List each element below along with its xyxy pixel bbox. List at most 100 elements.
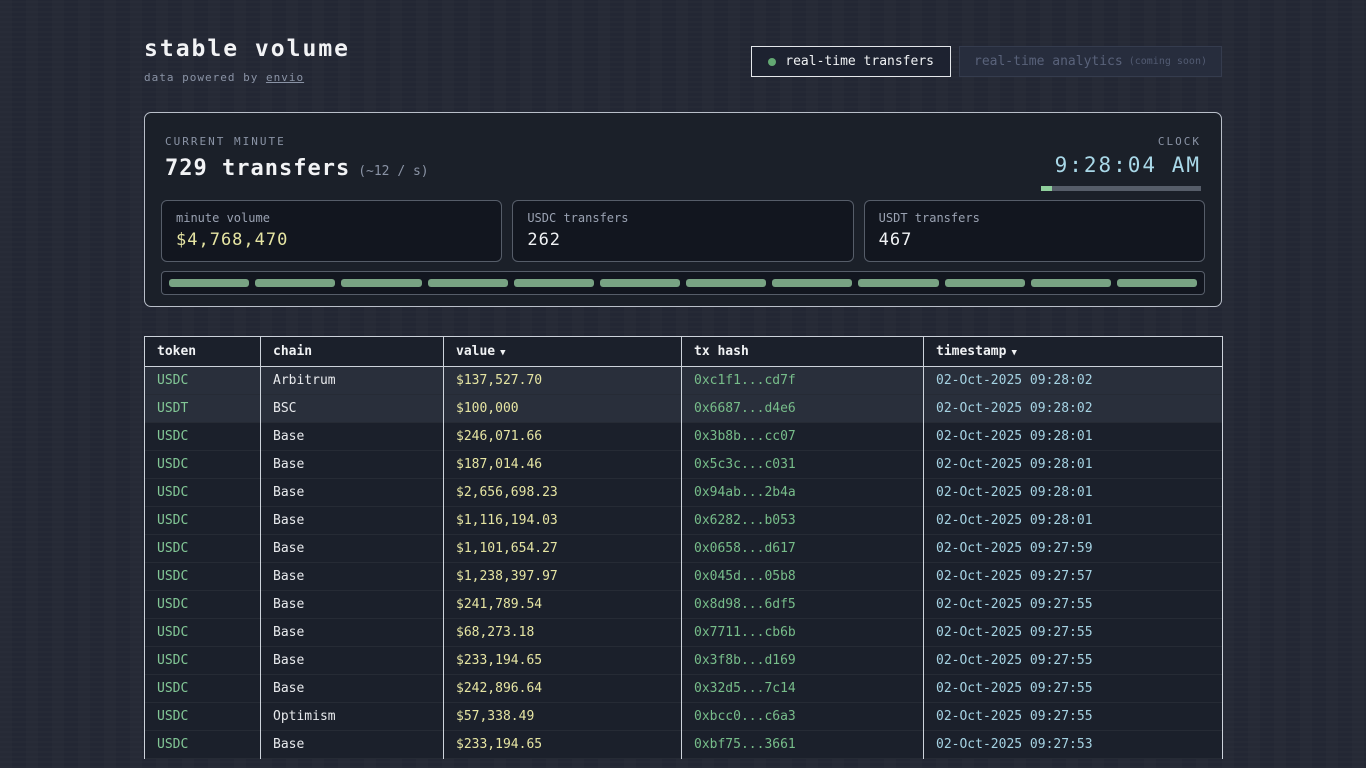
- cell-value: $68,273.18: [444, 619, 682, 647]
- cell-timestamp: 02-Oct-2025 09:27:53: [924, 731, 1223, 759]
- cell-chain: Base: [261, 619, 444, 647]
- sort-desc-icon: ▼: [1011, 348, 1016, 358]
- table-row[interactable]: USDC Base $187,014.46 0x5c3c...c031 02-O…: [145, 451, 1223, 479]
- column-header-value[interactable]: value▼: [444, 337, 682, 367]
- cell-timestamp: 02-Oct-2025 09:27:55: [924, 591, 1223, 619]
- table-row[interactable]: USDT BSC $100,000 0x6687...d4e6 02-Oct-2…: [145, 395, 1223, 423]
- minute-segment: [1117, 279, 1197, 287]
- column-header-chain[interactable]: chain: [261, 337, 444, 367]
- cell-chain: Base: [261, 731, 444, 759]
- envio-link[interactable]: envio: [266, 71, 304, 84]
- cell-tx-hash[interactable]: 0x32d5...7c14: [682, 675, 924, 703]
- clock-progress-fill: [1041, 186, 1052, 191]
- clock-time: 9:28:04 AM: [1041, 153, 1201, 177]
- transfers-table-body: USDC Arbitrum $137,527.70 0xc1f1...cd7f …: [145, 367, 1223, 759]
- table-row[interactable]: USDC Base $1,116,194.03 0x6282...b053 02…: [145, 507, 1223, 535]
- cell-timestamp: 02-Oct-2025 09:28:02: [924, 395, 1223, 423]
- cell-tx-hash[interactable]: 0xc1f1...cd7f: [682, 367, 924, 395]
- cell-token: USDC: [145, 619, 261, 647]
- table-row[interactable]: USDC Base $68,273.18 0x7711...cb6b 02-Oc…: [145, 619, 1223, 647]
- cell-tx-hash[interactable]: 0x3b8b...cc07: [682, 423, 924, 451]
- cell-chain: Base: [261, 507, 444, 535]
- cell-token: USDT: [145, 395, 261, 423]
- cell-tx-hash[interactable]: 0xbf75...3661: [682, 731, 924, 759]
- table-row[interactable]: USDC Base $241,789.54 0x8d98...6df5 02-O…: [145, 591, 1223, 619]
- tab-realtime-transfers[interactable]: real-time transfers: [751, 46, 951, 77]
- cell-tx-hash[interactable]: 0x8d98...6df5: [682, 591, 924, 619]
- cell-tx-hash[interactable]: 0xbcc0...c6a3: [682, 703, 924, 731]
- stat-value: 262: [527, 230, 838, 250]
- table-row[interactable]: USDC Base $242,896.64 0x32d5...7c14 02-O…: [145, 675, 1223, 703]
- cell-token: USDC: [145, 423, 261, 451]
- cell-tx-hash[interactable]: 0x6282...b053: [682, 507, 924, 535]
- cell-timestamp: 02-Oct-2025 09:28:01: [924, 423, 1223, 451]
- clock-progress-track: [1041, 186, 1201, 191]
- transfers-table: tokenchainvalue▼tx hashtimestamp▼ USDC A…: [144, 336, 1223, 759]
- cell-chain: Base: [261, 535, 444, 563]
- minute-segment: [341, 279, 421, 287]
- table-row[interactable]: USDC Base $233,194.65 0xbf75...3661 02-O…: [145, 731, 1223, 759]
- count-block: CURRENT MINUTE 729 transfers (~12 / s): [165, 135, 429, 181]
- cell-value: $57,338.49: [444, 703, 682, 731]
- column-header-timestamp[interactable]: timestamp▼: [924, 337, 1223, 367]
- cell-tx-hash[interactable]: 0x5c3c...c031: [682, 451, 924, 479]
- stat-card: USDT transfers 467: [864, 200, 1205, 262]
- cell-token: USDC: [145, 507, 261, 535]
- cell-tx-hash[interactable]: 0x0658...d617: [682, 535, 924, 563]
- minute-segment: [772, 279, 852, 287]
- cell-timestamp: 02-Oct-2025 09:27:55: [924, 703, 1223, 731]
- cell-chain: Arbitrum: [261, 367, 444, 395]
- cell-token: USDC: [145, 367, 261, 395]
- column-header-tx-hash[interactable]: tx hash: [682, 337, 924, 367]
- cell-tx-hash[interactable]: 0x6687...d4e6: [682, 395, 924, 423]
- stat-card: minute volume $4,768,470: [161, 200, 502, 262]
- page-title: stable volume: [144, 36, 350, 62]
- cell-value: $187,014.46: [444, 451, 682, 479]
- cell-timestamp: 02-Oct-2025 09:27:55: [924, 675, 1223, 703]
- cell-token: USDC: [145, 647, 261, 675]
- cell-timestamp: 02-Oct-2025 09:28:01: [924, 451, 1223, 479]
- cell-timestamp: 02-Oct-2025 09:27:59: [924, 535, 1223, 563]
- table-row[interactable]: USDC Base $233,194.65 0x3f8b...d169 02-O…: [145, 647, 1223, 675]
- cell-value: $100,000: [444, 395, 682, 423]
- cell-token: USDC: [145, 535, 261, 563]
- cell-token: USDC: [145, 479, 261, 507]
- cell-tx-hash[interactable]: 0x045d...05b8: [682, 563, 924, 591]
- minute-segment: [1031, 279, 1111, 287]
- table-row[interactable]: USDC Base $1,101,654.27 0x0658...d617 02…: [145, 535, 1223, 563]
- column-header-token[interactable]: token: [145, 337, 261, 367]
- cell-token: USDC: [145, 731, 261, 759]
- table-row[interactable]: USDC Optimism $57,338.49 0xbcc0...c6a3 0…: [145, 703, 1223, 731]
- cell-value: $241,789.54: [444, 591, 682, 619]
- cell-chain: Base: [261, 675, 444, 703]
- minute-segment: [686, 279, 766, 287]
- table-row[interactable]: USDC Base $2,656,698.23 0x94ab...2b4a 02…: [145, 479, 1223, 507]
- brand-block: stable volume data powered by envio: [144, 36, 350, 84]
- powered-by-text: data powered by: [144, 71, 266, 84]
- count-line: 729 transfers (~12 / s): [165, 156, 429, 181]
- table-row[interactable]: USDC Base $1,238,397.97 0x045d...05b8 02…: [145, 563, 1223, 591]
- powered-by: data powered by envio: [144, 71, 350, 84]
- cell-token: USDC: [145, 563, 261, 591]
- cell-tx-hash[interactable]: 0x7711...cb6b: [682, 619, 924, 647]
- stat-value: 467: [879, 230, 1190, 250]
- current-minute-label: CURRENT MINUTE: [165, 135, 429, 148]
- table-row[interactable]: USDC Arbitrum $137,527.70 0xc1f1...cd7f …: [145, 367, 1223, 395]
- cell-value: $242,896.64: [444, 675, 682, 703]
- live-dot-icon: [768, 58, 776, 66]
- cell-token: USDC: [145, 675, 261, 703]
- cell-tx-hash[interactable]: 0x3f8b...d169: [682, 647, 924, 675]
- minute-segment: [858, 279, 938, 287]
- cell-timestamp: 02-Oct-2025 09:28:02: [924, 367, 1223, 395]
- stat-label: USDC transfers: [527, 211, 838, 225]
- table-row[interactable]: USDC Base $246,071.66 0x3b8b...cc07 02-O…: [145, 423, 1223, 451]
- tab-realtime-analytics[interactable]: real-time analytics (coming soon): [959, 46, 1222, 77]
- cell-chain: Base: [261, 423, 444, 451]
- clock-block: CLOCK 9:28:04 AM: [1041, 135, 1201, 191]
- cell-tx-hash[interactable]: 0x94ab...2b4a: [682, 479, 924, 507]
- sort-desc-icon: ▼: [500, 348, 505, 358]
- cell-value: $137,527.70: [444, 367, 682, 395]
- cell-value: $1,101,654.27: [444, 535, 682, 563]
- stat-label: minute volume: [176, 211, 487, 225]
- cell-value: $1,116,194.03: [444, 507, 682, 535]
